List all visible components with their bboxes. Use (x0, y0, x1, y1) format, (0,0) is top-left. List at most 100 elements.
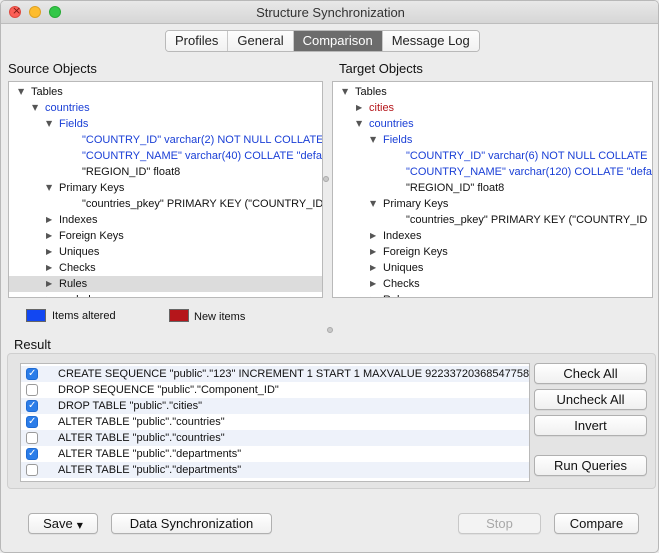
result-row-checkbox[interactable] (26, 432, 38, 444)
tab-message-log[interactable]: Message Log (382, 31, 479, 51)
tree-row-indexes[interactable]: ▶ Indexes (9, 212, 322, 228)
target-objects-tree[interactable]: ▼ Tables ▶ cities ▼ countries ▼ Fields "COUNTRY_… (332, 81, 653, 298)
tree-row-region-id-float8[interactable]: "REGION_ID" float8 (333, 180, 652, 196)
result-row-checkbox[interactable] (26, 398, 38, 414)
result-queries-list[interactable]: CREATE SEQUENCE "public"."123" INCREMENT… (20, 363, 530, 482)
disclosure-right-icon[interactable]: ▶ (370, 260, 380, 276)
tree-row-checks[interactable]: ▶ Checks (333, 276, 652, 292)
disclosure-down-icon[interactable]: ▼ (46, 180, 56, 196)
tree-row-label: "COUNTRY_NAME" varchar(40) COLLATE "defa (82, 150, 322, 162)
tree-row-fields[interactable]: ▼ Fields (333, 132, 652, 148)
tree-row-label: "COUNTRY_ID" varchar(2) NOT NULL COLLATE (82, 134, 323, 146)
invert-button[interactable]: Invert (534, 415, 647, 436)
disclosure-right-icon[interactable]: ▶ (46, 276, 56, 292)
disclosure-right-icon[interactable]: ▶ (370, 228, 380, 244)
disclosure-down-icon[interactable]: ▼ (370, 196, 380, 212)
tree-row-countries-pkey-primary-key-country-id[interactable]: "countries_pkey" PRIMARY KEY ("COUNTRY_I… (9, 196, 322, 212)
tree-row-label: Indexes (383, 230, 422, 242)
result-panel: CREATE SEQUENCE "public"."123" INCREMENT… (7, 353, 656, 489)
result-row[interactable]: ALTER TABLE "public"."countries" (21, 430, 529, 446)
result-row[interactable]: ALTER TABLE "public"."countries" (21, 414, 529, 430)
new-items-swatch (169, 309, 189, 322)
vertical-splitter-handle[interactable] (323, 176, 329, 182)
tree-row-country-id-varchar-6-not-null-collate[interactable]: "COUNTRY_ID" varchar(6) NOT NULL COLLATE (333, 148, 652, 164)
run-queries-button[interactable]: Run Queries (534, 455, 647, 476)
source-objects-tree[interactable]: ▼ Tables ▼ countries ▼ Fields "COUNTRY_ID" var… (8, 81, 323, 298)
result-row[interactable]: DROP TABLE "public"."cities" (21, 398, 529, 414)
tree-row-label: Primary Keys (59, 182, 125, 194)
tab-general[interactable]: General (228, 31, 294, 51)
tree-row-checks[interactable]: ▶ Checks (9, 260, 322, 276)
disclosure-down-icon[interactable]: ▼ (342, 84, 352, 100)
result-row[interactable]: DROP SEQUENCE "public"."Component_ID" (21, 382, 529, 398)
disclosure-right-icon[interactable]: ▶ (46, 212, 56, 228)
tree-row-countries-pkey-primary-key-country-id[interactable]: "countries_pkey" PRIMARY KEY ("COUNTRY_I… (333, 212, 652, 228)
result-row-query: DROP TABLE "public"."cities" (58, 400, 203, 412)
items-altered-swatch (26, 309, 46, 322)
tree-row-fields[interactable]: ▼ Fields (9, 116, 322, 132)
disclosure-right-icon[interactable]: ▶ (370, 292, 380, 297)
result-row-checkbox[interactable] (26, 464, 38, 476)
disclosure-right-icon[interactable]: ▶ (46, 228, 56, 244)
uncheck-all-button[interactable]: Uncheck All (534, 389, 647, 410)
disclosure-down-icon[interactable]: ▼ (32, 100, 42, 116)
result-row-checkbox[interactable] (26, 366, 38, 382)
tree-row-region-id-float8[interactable]: "REGION_ID" float8 (9, 164, 322, 180)
tab-comparison[interactable]: Comparison (293, 31, 383, 51)
disclosure-right-icon[interactable]: ▶ (370, 244, 380, 260)
check-all-button[interactable]: Check All (534, 363, 647, 384)
tree-row-primary-keys[interactable]: ▼ Primary Keys (9, 180, 322, 196)
tab-profiles[interactable]: Profiles (166, 31, 229, 51)
tree-row-foreign-keys[interactable]: ▶ Foreign Keys (9, 228, 322, 244)
data-synchronization-button[interactable]: Data Synchronization (111, 513, 272, 534)
tree-row-label: Foreign Keys (59, 230, 124, 242)
tree-row-label: Rules (59, 278, 88, 290)
disclosure-right-icon[interactable]: ▶ (46, 292, 56, 297)
disclosure-right-icon[interactable]: ▶ (46, 260, 56, 276)
tree-row-label: Fields (59, 118, 89, 130)
tree-row-tables[interactable]: ▼ Tables (333, 84, 652, 100)
tree-row-cities[interactable]: ▶ cities (333, 100, 652, 116)
tree-row-rules[interactable]: ▶Rules (333, 292, 652, 297)
tree-row-uniques[interactable]: ▶ Uniques (9, 244, 322, 260)
title-bar[interactable]: Structure Synchronization (1, 1, 658, 24)
tree-row-country-id-varchar-2-not-null-collate[interactable]: "COUNTRY_ID" varchar(2) NOT NULL COLLATE (9, 132, 322, 148)
source-objects-label: Source Objects (8, 61, 97, 76)
tree-row-label: Tables (31, 86, 63, 98)
result-row-checkbox[interactable] (26, 446, 38, 462)
tree-row-indexes[interactable]: ▶ Indexes (333, 228, 652, 244)
save-dropdown-button[interactable]: Save ▼ (28, 513, 98, 534)
tree-row-country-name-varchar-120-collate-defa[interactable]: "COUNTRY_NAME" varchar(120) COLLATE "def… (333, 164, 652, 180)
horizontal-splitter-handle[interactable] (327, 327, 333, 333)
tree-row-label: Primary Keys (383, 198, 449, 210)
tree-row-countries[interactable]: ▼ countries (333, 116, 652, 132)
disclosure-down-icon[interactable]: ▼ (18, 84, 28, 100)
tree-row-foreign-keys[interactable]: ▶ Foreign Keys (333, 244, 652, 260)
stop-button[interactable]: Stop (458, 513, 541, 534)
disclosure-down-icon[interactable]: ▼ (46, 116, 56, 132)
disclosure-right-icon[interactable]: ▶ (370, 276, 380, 292)
tree-row-excludes[interactable]: ▶excludes (9, 292, 322, 297)
tree-row-tables[interactable]: ▼ Tables (9, 84, 322, 100)
result-row-checkbox[interactable] (26, 384, 38, 396)
tree-row-uniques[interactable]: ▶ Uniques (333, 260, 652, 276)
tree-row-primary-keys[interactable]: ▼ Primary Keys (333, 196, 652, 212)
result-row-query: ALTER TABLE "public"."departments" (58, 464, 242, 476)
result-row[interactable]: ALTER TABLE "public"."departments" (21, 446, 529, 462)
disclosure-down-icon[interactable]: ▼ (370, 132, 380, 148)
tree-row-countries[interactable]: ▼ countries (9, 100, 322, 116)
disclosure-right-icon[interactable]: ▶ (356, 100, 366, 116)
disclosure-down-icon[interactable]: ▼ (356, 116, 366, 132)
result-row[interactable]: ALTER TABLE "public"."departments" (21, 462, 529, 478)
tree-row-label: Uniques (59, 246, 100, 258)
result-label: Result (14, 337, 51, 352)
tree-row-rules[interactable]: ▶Rules (9, 276, 322, 292)
tree-row-country-name-varchar-40-collate-defa[interactable]: "COUNTRY_NAME" varchar(40) COLLATE "defa (9, 148, 322, 164)
disclosure-right-icon[interactable]: ▶ (46, 244, 56, 260)
compare-button[interactable]: Compare (554, 513, 639, 534)
result-row[interactable]: CREATE SEQUENCE "public"."123" INCREMENT… (21, 366, 529, 382)
result-row-checkbox[interactable] (26, 414, 38, 430)
tree-row-label: "countries_pkey" PRIMARY KEY ("COUNTRY_I… (82, 198, 323, 210)
tree-row-label: "REGION_ID" float8 (406, 182, 505, 194)
new-items-label: New items (194, 311, 246, 323)
